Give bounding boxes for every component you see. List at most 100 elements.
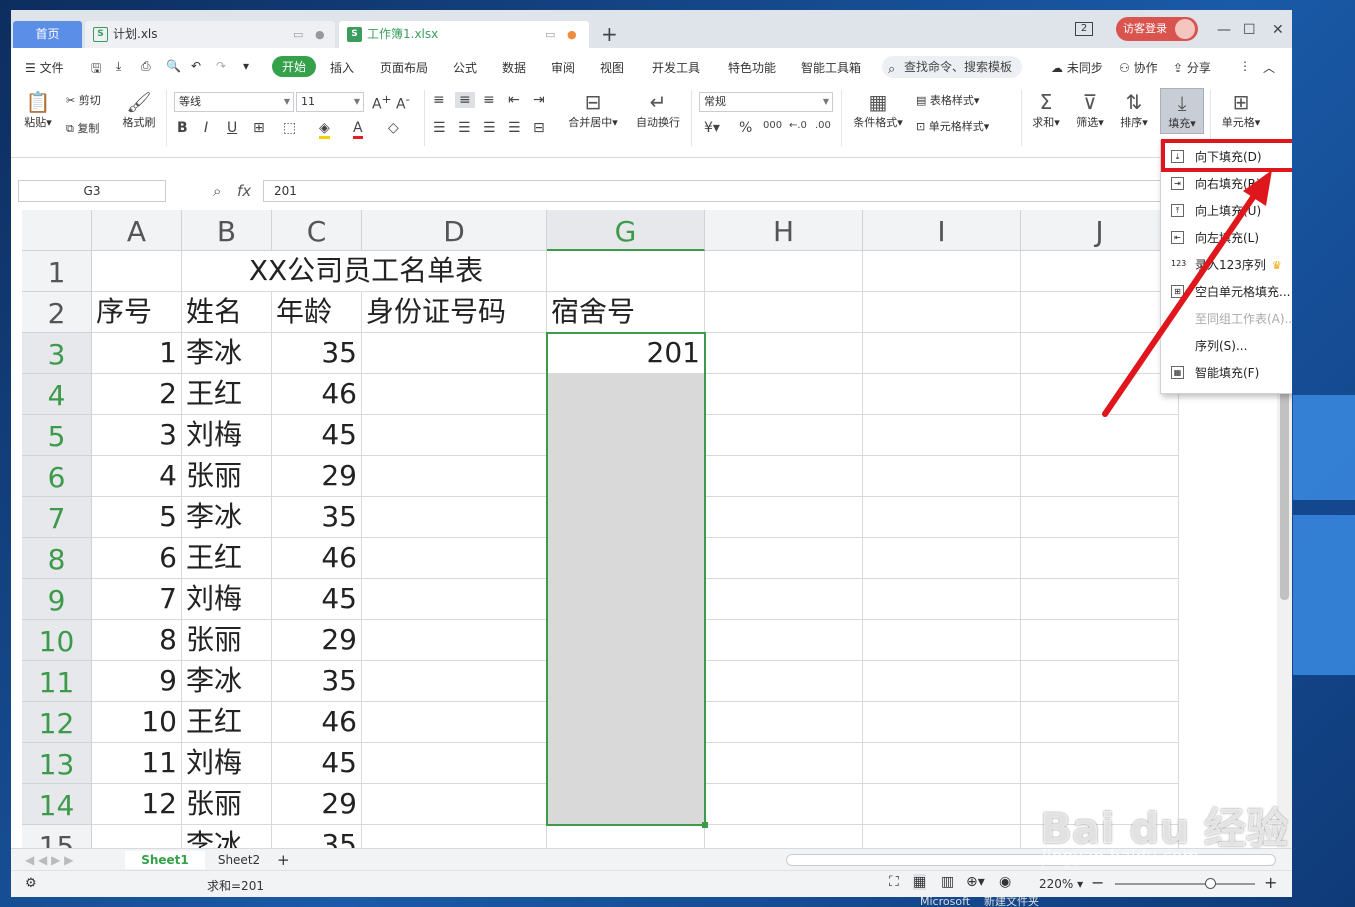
row-header-3[interactable]: 3	[22, 333, 92, 374]
pin-icon[interactable]: ▭	[545, 21, 555, 48]
cell-D11[interactable]	[362, 661, 547, 702]
export-icon[interactable]: ⤓	[116, 59, 121, 74]
cell-J5[interactable]	[1021, 415, 1179, 456]
cell-B7[interactable]: 李冰	[182, 497, 272, 538]
cell-C9[interactable]: 45	[272, 579, 362, 620]
cell-H1[interactable]	[705, 251, 863, 292]
cell-H6[interactable]	[705, 456, 863, 497]
command-search[interactable]: ⌕ 查找命令、搜索模板	[882, 56, 1022, 78]
cell-G11[interactable]	[547, 661, 705, 702]
more-icon[interactable]: ⋮	[1239, 59, 1251, 73]
cell-I9[interactable]	[863, 579, 1021, 620]
cell-C12[interactable]: 46	[272, 702, 362, 743]
cell-A15[interactable]	[92, 825, 182, 848]
reading-view-icon[interactable]: ⊕▾	[966, 874, 985, 890]
cell-G10[interactable]	[547, 620, 705, 661]
row-header-12[interactable]: 12	[22, 702, 92, 743]
cell-fill-style-icon[interactable]: ⬚	[283, 120, 296, 136]
cell-D14[interactable]	[362, 784, 547, 825]
increase-decimal-icon[interactable]: ←.0	[789, 120, 807, 131]
select-all-corner[interactable]	[22, 210, 92, 251]
fill-button[interactable]: ⤓ 填充▾	[1160, 88, 1204, 134]
cell-C7[interactable]: 35	[272, 497, 362, 538]
redo-icon[interactable]: ↷	[216, 59, 226, 73]
cell-D13[interactable]	[362, 743, 547, 784]
fill-color-icon[interactable]: ◈	[319, 120, 330, 139]
cut-button[interactable]: ✂ 剪切	[66, 92, 101, 108]
bold-icon[interactable]: B	[177, 120, 188, 136]
cell-A10[interactable]: 8	[92, 620, 182, 661]
cell-H15[interactable]	[705, 825, 863, 848]
format-painter-button[interactable]: 🖌 格式刷	[119, 90, 159, 130]
sort-button[interactable]: ⇅ 排序▾	[1117, 90, 1151, 130]
save-icon[interactable]: 🖫	[91, 59, 101, 80]
collapse-ribbon-icon[interactable]: ︿	[1263, 59, 1275, 76]
cell-G5[interactable]	[547, 415, 705, 456]
cell-I11[interactable]	[863, 661, 1021, 702]
row-header-10[interactable]: 10	[22, 620, 92, 661]
row-header-9[interactable]: 9	[22, 579, 92, 620]
column-header-D[interactable]: D	[362, 210, 547, 251]
cell-button[interactable]: ⊞ 单元格▾	[1217, 90, 1265, 130]
fullscreen-icon[interactable]: ⛶	[889, 874, 899, 890]
cell-I15[interactable]	[863, 825, 1021, 848]
cell-H7[interactable]	[705, 497, 863, 538]
cell-A1[interactable]	[92, 251, 182, 292]
cell-B5[interactable]: 刘梅	[182, 415, 272, 456]
cell-D7[interactable]	[362, 497, 547, 538]
currency-icon[interactable]: ¥▾	[704, 120, 720, 136]
unsaved-dot-icon[interactable]: ●	[567, 21, 577, 48]
cell-J7[interactable]	[1021, 497, 1179, 538]
row-header-8[interactable]: 8	[22, 538, 92, 579]
cell-G6[interactable]	[547, 456, 705, 497]
cell-B12[interactable]: 王红	[182, 702, 272, 743]
cell-B8[interactable]: 王红	[182, 538, 272, 579]
italic-icon[interactable]: I	[204, 120, 208, 136]
column-header-A[interactable]: A	[92, 210, 182, 251]
fill-menu-item-1[interactable]: ⇥向右填充(R)Ctrl+R	[1161, 170, 1292, 198]
font-size-select[interactable]: 11 ▼	[296, 92, 364, 112]
align-top-icon[interactable]: ≡	[433, 92, 445, 108]
cell-A5[interactable]: 3	[92, 415, 182, 456]
eye-care-icon[interactable]: ◉	[999, 874, 1011, 890]
cell-B3[interactable]: 李冰	[182, 333, 272, 374]
sheet-nav-icons[interactable]: ◀ ◀ ▶ ▶	[25, 851, 73, 869]
cell-C5[interactable]: 45	[272, 415, 362, 456]
preview-icon[interactable]: 🔍	[166, 59, 181, 73]
column-header-G[interactable]: G	[547, 210, 705, 251]
cell-D5[interactable]	[362, 415, 547, 456]
cell-B15[interactable]: 李冰	[182, 825, 272, 848]
fill-menu-item-4[interactable]: 123 录入123序列 ♛	[1161, 251, 1292, 279]
cell-C13[interactable]: 45	[272, 743, 362, 784]
cell-I12[interactable]	[863, 702, 1021, 743]
cell-C10[interactable]: 29	[272, 620, 362, 661]
copy-button[interactable]: ⧉ 复制	[66, 120, 99, 136]
tab-workbook1[interactable]: S 工作簿1.xlsx ▭ ●	[339, 21, 589, 48]
cell-H2[interactable]	[705, 292, 863, 333]
fill-menu-item-2[interactable]: ⤒ 向上填充(U)	[1161, 197, 1292, 225]
cell-I8[interactable]	[863, 538, 1021, 579]
cell-I13[interactable]	[863, 743, 1021, 784]
cell-B1[interactable]: XX公司员工名单表	[182, 251, 547, 292]
cell-I5[interactable]	[863, 415, 1021, 456]
cell-A12[interactable]: 10	[92, 702, 182, 743]
cell-B9[interactable]: 刘梅	[182, 579, 272, 620]
cell-G13[interactable]	[547, 743, 705, 784]
paste-button[interactable]: 📋 粘贴▾	[21, 90, 55, 130]
cell-H9[interactable]	[705, 579, 863, 620]
cell-D6[interactable]	[362, 456, 547, 497]
font-family-select[interactable]: 等线 ▼	[174, 92, 294, 112]
zoom-out-icon[interactable]: −	[1091, 873, 1104, 892]
close-icon[interactable]: ✕	[1272, 22, 1284, 38]
share-button[interactable]: ⇪ 分享	[1173, 59, 1211, 76]
cell-D3[interactable]	[362, 333, 547, 374]
align-center-icon[interactable]: ☰	[458, 120, 471, 136]
cell-A4[interactable]: 2	[92, 374, 182, 415]
cell-D12[interactable]	[362, 702, 547, 743]
fx-icon[interactable]: fx	[237, 182, 251, 200]
cell-H11[interactable]	[705, 661, 863, 702]
align-middle-icon[interactable]: ≡	[455, 92, 475, 108]
cell-G3[interactable]: 201	[547, 333, 705, 374]
thousands-icon[interactable]: 000	[763, 120, 782, 131]
cell-H12[interactable]	[705, 702, 863, 743]
